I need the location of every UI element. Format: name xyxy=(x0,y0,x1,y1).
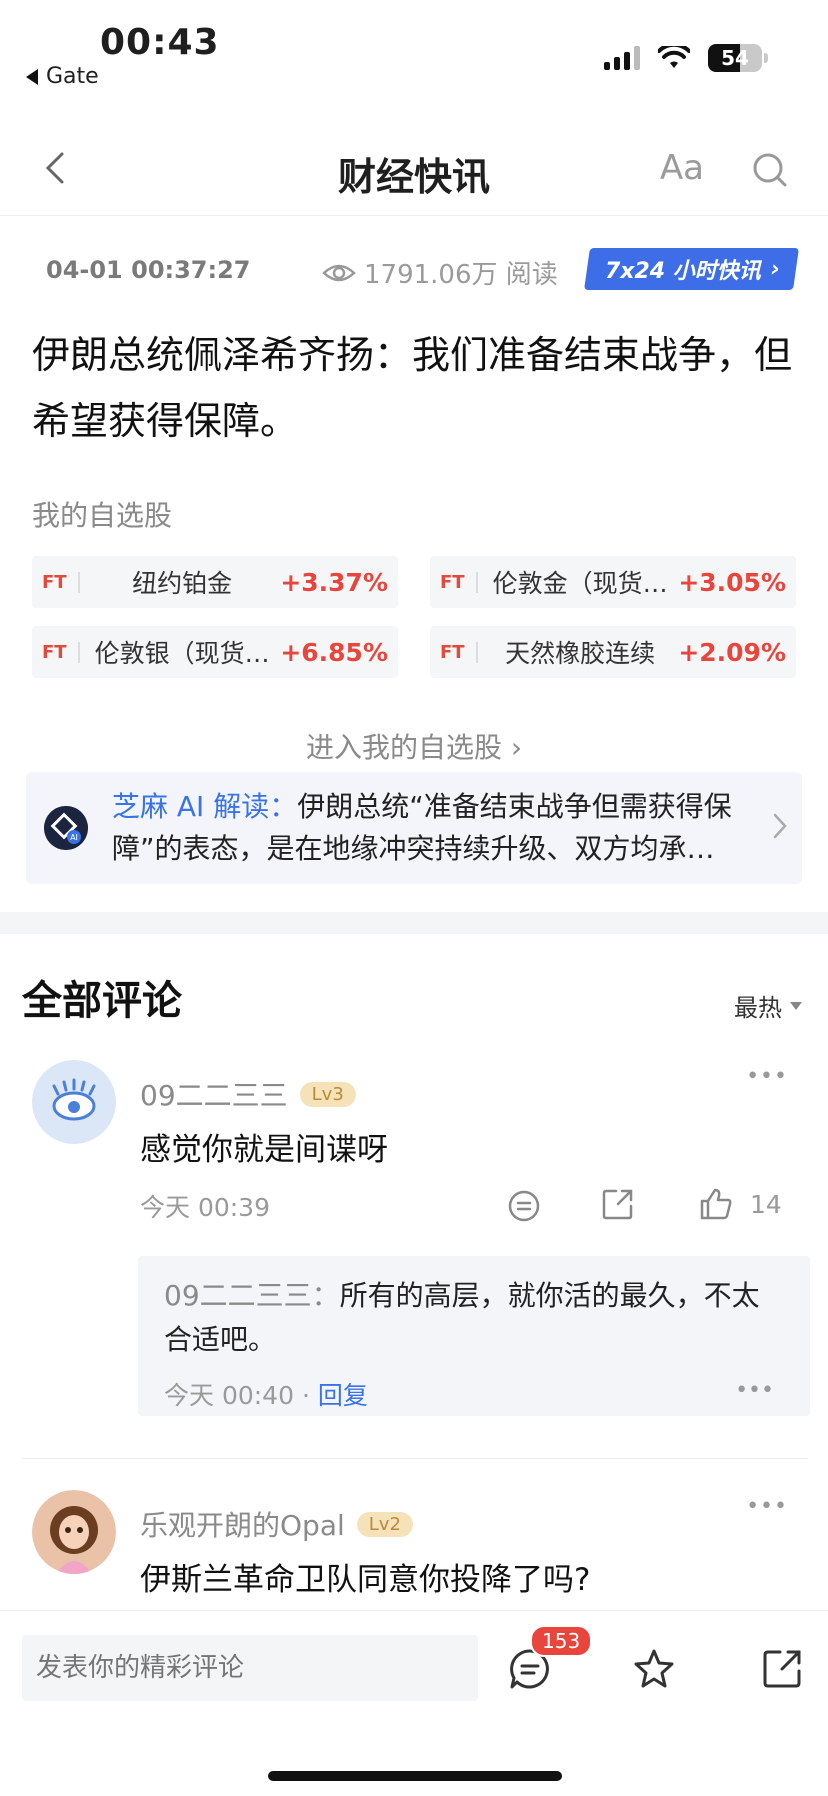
watchlist-item-name: 纽约铂金 xyxy=(132,569,233,598)
comment-input[interactable] xyxy=(22,1635,478,1701)
like-count: 14 xyxy=(750,1190,782,1219)
back-app-label: Gate xyxy=(46,64,99,89)
caret-down-icon xyxy=(790,1001,802,1010)
comment-username: 09二二三三 xyxy=(140,1079,288,1112)
reply-meta: 今天 00:40 · 回复 xyxy=(164,1376,368,1412)
status-icons: 54 xyxy=(604,44,768,72)
watchlist-title: 我的自选股 xyxy=(32,499,173,532)
ft-tag: FT xyxy=(440,571,478,593)
more-options-icon[interactable]: ••• xyxy=(746,1494,788,1519)
comment-separator xyxy=(22,1458,808,1459)
comment-text: 伊斯兰革命卫队同意你投降了吗? xyxy=(140,1562,591,1598)
sort-label: 最热 xyxy=(734,994,782,1022)
more-options-icon[interactable]: ••• xyxy=(746,1064,788,1089)
watchlist-item-change: +2.09% xyxy=(678,637,786,667)
article-headline: 伊朗总统佩泽希齐扬：我们准备结束战争，但希望获得保障。 xyxy=(32,333,793,443)
watchlist-item-name: 天然橡胶连续 xyxy=(505,639,656,668)
back-triangle-icon xyxy=(26,68,38,85)
watchlist-item-change: +3.05% xyxy=(678,567,786,597)
watchlist-grid: FT 纽约铂金 +3.37% FT 伦敦金（现货… +3.05% FT 伦敦银（… xyxy=(32,556,796,678)
avatar[interactable] xyxy=(32,1490,116,1574)
comment-user[interactable]: 09二二三三 Lv3 xyxy=(140,1074,356,1114)
status-bar: 00:43 Gate 54 xyxy=(0,0,828,110)
level-badge: Lv3 xyxy=(299,1081,356,1107)
watchlist-item[interactable]: FT 伦敦银（现货… +6.85% xyxy=(32,626,398,678)
svg-text:AI: AI xyxy=(70,833,78,842)
chevron-right-icon: › xyxy=(510,731,523,764)
dot-separator: · xyxy=(301,1381,318,1410)
search-icon[interactable] xyxy=(752,152,788,188)
ai-interpretation-card[interactable]: AI 芝麻 AI 解读：伊朗总统“准备结束战争但需获得保障”的表态，是在地缘冲突… xyxy=(26,772,802,884)
reply-thread[interactable]: 09二二三三：所有的高层，就你活的最久，不太合适吧。 今天 00:40 · 回复… xyxy=(138,1256,810,1416)
view-count: 1791.06万 阅读 xyxy=(322,254,558,291)
enter-watchlist-label: 进入我的自选股 xyxy=(305,731,502,764)
share-icon[interactable] xyxy=(760,1647,804,1691)
comment-username: 乐观开朗的Opal xyxy=(140,1509,345,1542)
comments-title: 全部评论 xyxy=(22,978,182,1024)
comment-user[interactable]: 乐观开朗的Opal Lv2 xyxy=(140,1504,413,1544)
ai-label: 芝麻 AI 解读： xyxy=(112,790,298,823)
enter-watchlist-link[interactable]: 进入我的自选股 › xyxy=(0,726,828,766)
battery-icon: 54 xyxy=(708,44,768,72)
watchlist-item-change: +3.37% xyxy=(280,567,388,597)
font-size-button[interactable]: Aa xyxy=(660,148,704,188)
watchlist-item[interactable]: FT 纽约铂金 +3.37% xyxy=(32,556,398,608)
reply-button[interactable]: 回复 xyxy=(318,1381,368,1410)
like-icon[interactable] xyxy=(698,1186,734,1222)
comment-item: 09二二三三 Lv3 ••• 感觉你就是间谍呀 今天 00:39 14 09二二… xyxy=(0,1060,828,1440)
comment-time: 今天 00:39 xyxy=(140,1193,270,1222)
back-to-app-button[interactable]: Gate xyxy=(26,64,99,89)
nav-bar: 财经快讯 Aa xyxy=(0,120,828,216)
chevron-right-icon xyxy=(773,813,787,839)
section-divider xyxy=(0,912,828,934)
eye-icon xyxy=(322,264,356,281)
signal-icon xyxy=(604,46,640,70)
comment-count-badge: 153 xyxy=(530,1625,593,1657)
watchlist-item[interactable]: FT 天然橡胶连续 +2.09% xyxy=(430,626,796,678)
wifi-icon xyxy=(658,46,690,68)
sort-dropdown[interactable]: 最热 xyxy=(734,988,802,1023)
ft-tag: FT xyxy=(42,571,80,593)
reply-content: 09二二三三：所有的高层，就你活的最久，不太合适吧。 xyxy=(164,1274,784,1362)
bottom-bar: 153 xyxy=(0,1610,828,1796)
article-meta: 04-01 00:37:27 1791.06万 阅读 7x24 小时快讯 › xyxy=(46,248,799,294)
share-icon[interactable] xyxy=(600,1186,636,1222)
chevron-right-icon: › xyxy=(770,256,780,282)
view-count-text: 1791.06万 阅读 xyxy=(364,260,558,290)
comment-text: 感觉你就是间谍呀 xyxy=(140,1132,388,1168)
7x24-news-badge[interactable]: 7x24 小时快讯 › xyxy=(584,248,799,290)
avatar[interactable] xyxy=(32,1060,116,1144)
battery-level: 54 xyxy=(721,46,749,70)
7x24-badge-label: 7x24 小时快讯 xyxy=(605,259,761,284)
status-time: 00:43 xyxy=(100,22,220,63)
star-icon[interactable] xyxy=(632,1647,676,1691)
level-badge: Lv2 xyxy=(356,1511,413,1537)
comment-item: 乐观开朗的Opal Lv2 ••• 伊斯兰革命卫队同意你投降了吗? xyxy=(0,1490,828,1600)
reply-time: 今天 00:40 xyxy=(164,1381,294,1410)
reply-icon[interactable] xyxy=(506,1188,542,1224)
watchlist-item-name: 伦敦金（现货… xyxy=(492,569,668,598)
ft-tag: FT xyxy=(42,641,80,663)
reply-username: 09二二三三： xyxy=(164,1279,340,1312)
watchlist-item[interactable]: FT 伦敦金（现货… +3.05% xyxy=(430,556,796,608)
ai-logo-icon: AI xyxy=(44,806,88,850)
ft-tag: FT xyxy=(440,641,478,663)
watchlist-item-name: 伦敦银（现货… xyxy=(94,639,270,668)
watchlist-item-change: +6.85% xyxy=(280,637,388,667)
home-indicator xyxy=(268,1771,562,1781)
publish-time: 04-01 00:37:27 xyxy=(46,256,251,284)
more-options-icon[interactable]: ••• xyxy=(735,1378,774,1403)
ai-interpretation-text: 芝麻 AI 解读：伊朗总统“准备结束战争但需获得保障”的表态，是在地缘冲突持续升… xyxy=(112,786,772,870)
